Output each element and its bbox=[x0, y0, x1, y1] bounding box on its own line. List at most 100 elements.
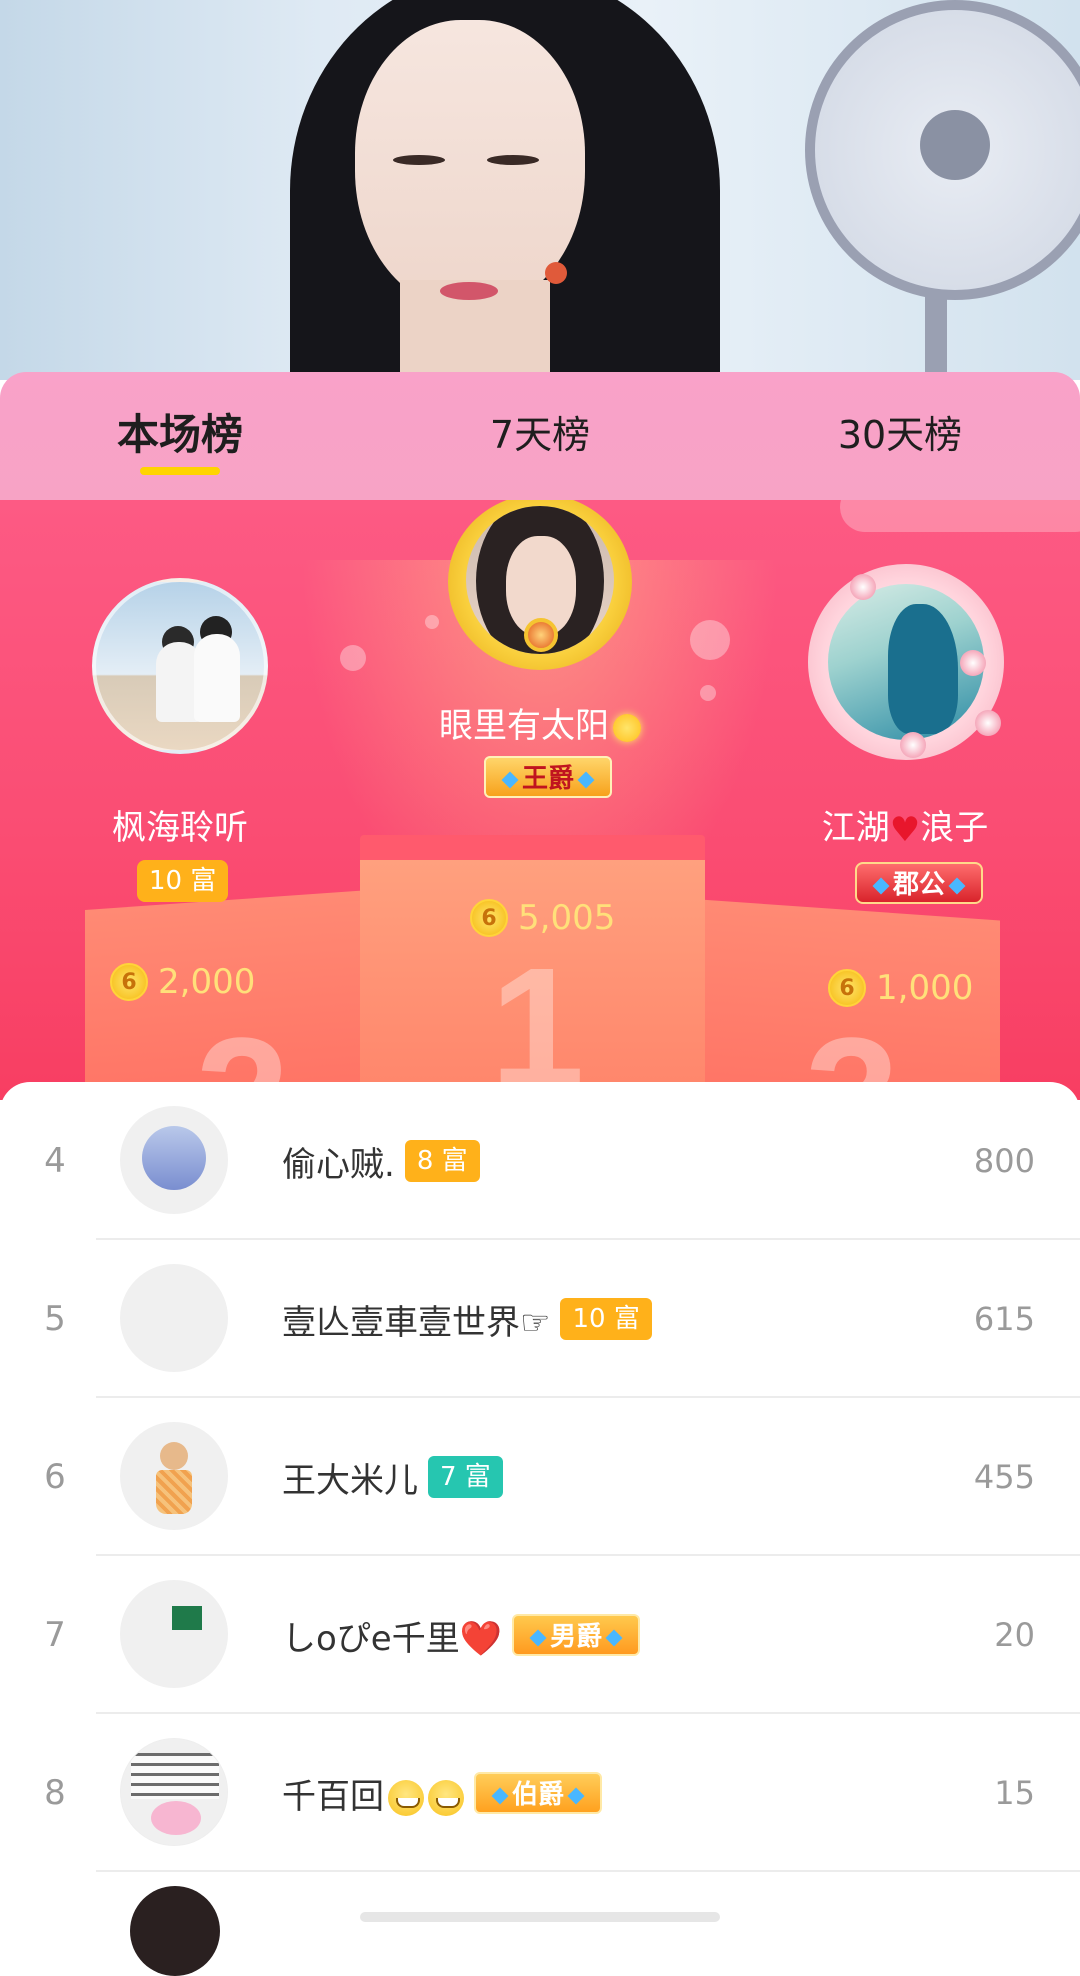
row-avatar[interactable] bbox=[130, 1886, 220, 1976]
smile-emoji-icon bbox=[428, 1780, 464, 1816]
avatar-pig bbox=[151, 1801, 201, 1835]
avatar-rank-2[interactable] bbox=[92, 578, 268, 754]
rank-1-noble-badge: 王爵 bbox=[484, 756, 613, 798]
list-row[interactable]: 7 しoぴe千里❤️ 男爵 20 bbox=[0, 1556, 1080, 1714]
rank-2-score: 6 2,000 bbox=[110, 962, 255, 1002]
badge-gem-icon bbox=[948, 877, 966, 894]
row-name-group: 王大米儿 7 富 bbox=[282, 1398, 503, 1556]
rank-2-name: 枫海聆听 bbox=[112, 808, 248, 848]
rank-3-noble-title: 郡公 bbox=[893, 870, 946, 900]
rank-2-wealth-badge: 10 富 bbox=[137, 860, 229, 902]
avatar-road-sign bbox=[172, 1606, 202, 1630]
row-wealth-badge: 7 富 bbox=[428, 1456, 503, 1498]
row-rank: 8 bbox=[44, 1773, 66, 1813]
grin-emoji-icon bbox=[388, 1780, 424, 1816]
crown-gem-icon bbox=[524, 618, 558, 652]
row-name: 王大米儿 bbox=[282, 1460, 418, 1501]
top-right-chip[interactable] bbox=[840, 500, 1080, 532]
ranking-tab-bar: 本场榜 7天榜 30天榜 bbox=[0, 372, 1080, 500]
rank-1-score: 6 5,005 bbox=[470, 898, 615, 938]
row-name-text: 千百回 bbox=[282, 1776, 384, 1817]
ranking-list: 4 偷心贼. 8 富 800 5 壹亾壹車壹世界☞ 10 富 615 6 王大米… bbox=[0, 1082, 1080, 1922]
sparkle-decoration bbox=[425, 615, 439, 629]
row-name-group: 千百回 伯爵 bbox=[282, 1714, 603, 1872]
row-avatar[interactable] bbox=[120, 1422, 228, 1530]
sun-icon bbox=[613, 713, 641, 742]
row-name-group: 偷心贼. 8 富 bbox=[282, 1082, 480, 1240]
streamer-lips bbox=[440, 282, 498, 300]
sparkle-decoration bbox=[700, 685, 716, 701]
rank-3-score-value: 1,000 bbox=[876, 968, 974, 1008]
coin-icon: 6 bbox=[828, 969, 866, 1007]
row-avatar[interactable] bbox=[120, 1580, 228, 1688]
row-score: 15 bbox=[994, 1774, 1035, 1812]
row-noble-badge: 伯爵 bbox=[474, 1772, 603, 1814]
badge-gem-icon bbox=[529, 1629, 547, 1646]
sparkle-decoration bbox=[340, 645, 366, 671]
row-score: 455 bbox=[973, 1458, 1035, 1496]
row-name: 偷心贼. bbox=[282, 1144, 395, 1185]
streamer-eye bbox=[393, 155, 445, 165]
row-rank: 5 bbox=[44, 1299, 66, 1339]
badge-gem-icon bbox=[577, 771, 595, 788]
rank-3-name: 江湖♥浪子 bbox=[790, 800, 1020, 850]
tab-7-days[interactable]: 7天榜 bbox=[420, 372, 660, 490]
badge-gem-icon bbox=[501, 771, 519, 788]
rank-1-score-value: 5,005 bbox=[518, 898, 616, 938]
earring bbox=[545, 262, 567, 284]
list-row-partial[interactable] bbox=[0, 1872, 1080, 1976]
active-tab-indicator bbox=[140, 467, 220, 475]
avatar-doll-dress bbox=[156, 1470, 192, 1514]
row-wealth-badge: 8 富 bbox=[404, 1140, 480, 1182]
badge-gem-icon bbox=[567, 1787, 585, 1804]
list-row[interactable]: 4 偷心贼. 8 富 800 bbox=[0, 1082, 1080, 1240]
row-score: 20 bbox=[994, 1616, 1035, 1654]
list-row[interactable]: 6 王大米儿 7 富 455 bbox=[0, 1398, 1080, 1556]
flower-decoration bbox=[975, 710, 1001, 736]
list-row[interactable]: 8 千百回 伯爵 15 bbox=[0, 1714, 1080, 1872]
flower-decoration bbox=[850, 574, 876, 600]
row-avatar[interactable] bbox=[120, 1738, 228, 1846]
rank-2-score-value: 2,000 bbox=[158, 962, 256, 1002]
avatar-text-image bbox=[131, 1753, 219, 1799]
rank-1-name: 眼里有太阳 bbox=[390, 698, 690, 747]
rank-3-name-text: 江湖 bbox=[821, 808, 890, 848]
row-avatar[interactable] bbox=[120, 1106, 228, 1214]
list-row[interactable]: 5 壹亾壹車壹世界☞ 10 富 615 bbox=[0, 1240, 1080, 1398]
streamer-eye bbox=[487, 155, 539, 165]
row-name-group: 壹亾壹車壹世界☞ 10 富 bbox=[282, 1240, 652, 1398]
row-name: しoぴe千里❤️ bbox=[282, 1618, 503, 1659]
row-placeholder-bar bbox=[360, 1912, 720, 1922]
avatar-figure bbox=[888, 604, 958, 734]
podium-number-1: 1 bbox=[490, 933, 585, 1100]
row-avatar[interactable] bbox=[120, 1264, 228, 1372]
flower-decoration bbox=[960, 650, 986, 676]
avatar-figure bbox=[194, 634, 240, 722]
row-rank: 7 bbox=[44, 1615, 66, 1655]
background-dish bbox=[805, 0, 1080, 300]
background-stand bbox=[925, 290, 947, 380]
row-noble-title: 男爵 bbox=[550, 1622, 603, 1652]
avatar-image bbox=[142, 1126, 206, 1190]
tab-30-days[interactable]: 30天榜 bbox=[780, 372, 1020, 490]
flower-decoration bbox=[900, 732, 926, 758]
rank-3-name-suffix: 浪子 bbox=[920, 808, 989, 848]
rank-3-score: 6 1,000 bbox=[828, 968, 973, 1008]
row-noble-badge: 男爵 bbox=[512, 1614, 641, 1656]
row-name: 壹亾壹車壹世界☞ bbox=[282, 1302, 551, 1343]
rank-3-noble-badge: 郡公 bbox=[855, 862, 984, 904]
row-noble-title: 伯爵 bbox=[512, 1780, 565, 1810]
dish-hub bbox=[920, 110, 990, 180]
row-rank: 6 bbox=[44, 1457, 66, 1497]
badge-gem-icon bbox=[605, 1629, 623, 1646]
coin-icon: 6 bbox=[470, 899, 508, 937]
avatar-doll-head bbox=[160, 1442, 188, 1470]
live-video-area[interactable] bbox=[0, 0, 1080, 380]
row-name-group: しoぴe千里❤️ 男爵 bbox=[282, 1556, 641, 1714]
heart-icon: ♥ bbox=[889, 809, 921, 850]
coin-icon: 6 bbox=[110, 963, 148, 1001]
top3-podium: 1 2 3 枫海聆听 10 富 6 2,000 眼里有太阳 王爵 6 5,005… bbox=[0, 500, 1080, 1100]
row-name: 千百回 bbox=[282, 1769, 464, 1818]
sparkle-decoration bbox=[690, 620, 730, 660]
row-score: 615 bbox=[973, 1300, 1035, 1338]
